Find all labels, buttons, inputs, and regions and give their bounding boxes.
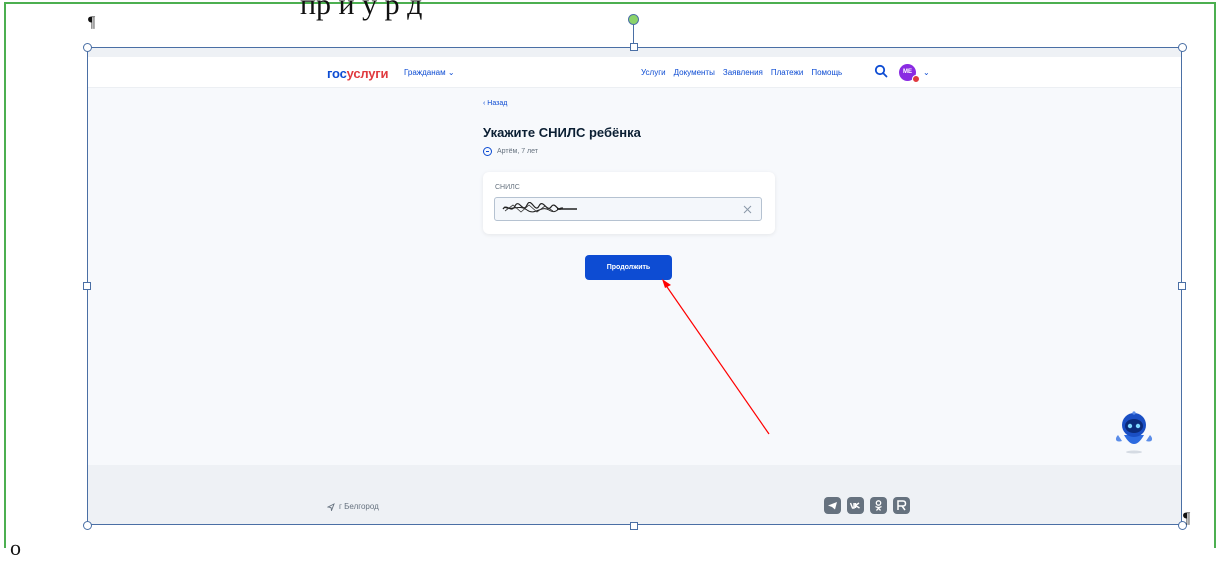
rotate-handle[interactable] (628, 14, 639, 25)
resize-handle-bottom[interactable] (630, 522, 638, 530)
document-text-line: пр й у р д (300, 0, 423, 21)
resize-handle-bottom-left[interactable] (83, 521, 92, 530)
resize-handle-right[interactable] (1178, 282, 1186, 290)
image-selection-border (87, 47, 1182, 525)
resize-handle-top[interactable] (630, 43, 638, 51)
resize-handle-top-left[interactable] (83, 43, 92, 52)
document-text-line: о (10, 535, 21, 560)
pilcrow-mark: ¶ (1183, 510, 1191, 527)
resize-handle-left[interactable] (83, 282, 91, 290)
pilcrow-mark: ¶ (88, 14, 96, 31)
resize-handle-top-right[interactable] (1178, 43, 1187, 52)
